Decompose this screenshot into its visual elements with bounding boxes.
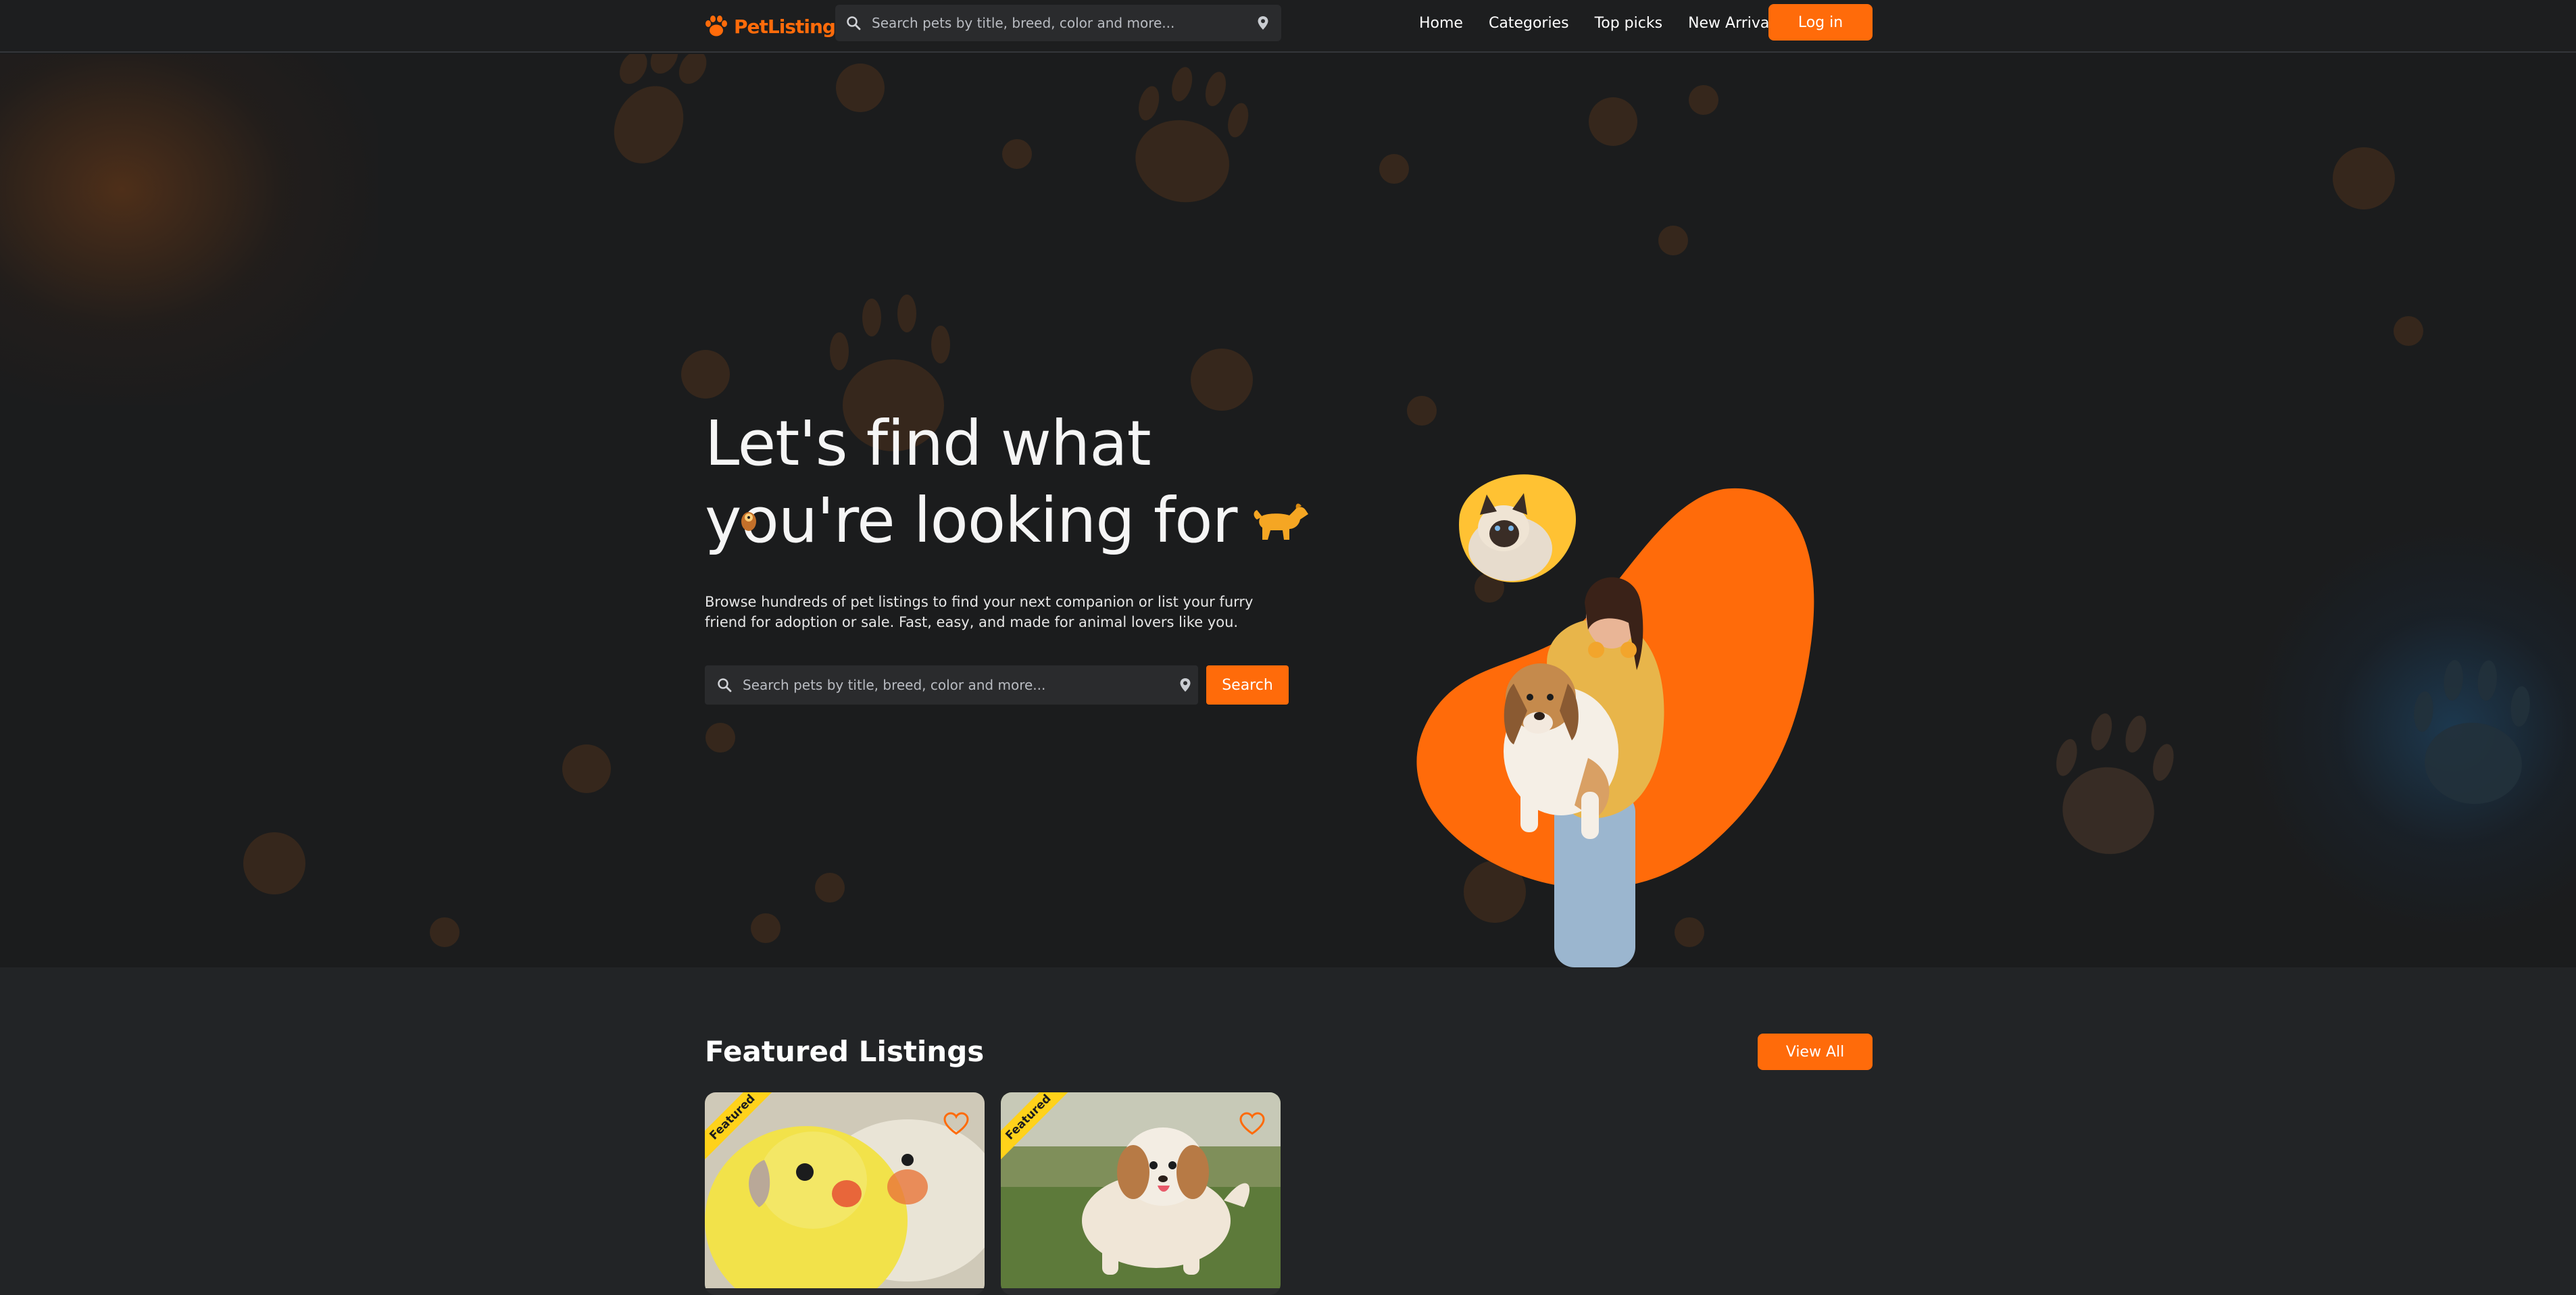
- hero-search-button[interactable]: Search: [1206, 665, 1289, 705]
- logo[interactable]: PetListings: [703, 8, 847, 45]
- heart-icon[interactable]: [1239, 1111, 1266, 1136]
- search-icon: [846, 16, 861, 30]
- brand-name: PetListings: [734, 15, 847, 38]
- search-icon: [717, 678, 732, 692]
- listing-card[interactable]: Featured: [705, 1092, 985, 1295]
- bird-emoji-icon: [741, 512, 756, 531]
- nav-links: Home Categories Top picks New Arrivals: [1419, 9, 1807, 36]
- hero-heading-line2: you're looking for: [705, 484, 1237, 557]
- dog-icon: [1252, 499, 1310, 542]
- hero-heading-line1: Let's find what: [705, 407, 1151, 480]
- hero-search-placeholder: Search pets by title, breed, color and m…: [743, 677, 1046, 693]
- nav-link-top-picks[interactable]: Top picks: [1595, 15, 1663, 32]
- hero-description: Browse hundreds of pet listings to find …: [705, 594, 1254, 630]
- login-button[interactable]: Log in: [1768, 4, 1873, 41]
- top-navbar: PetListings Search pets by title, breed,…: [0, 0, 2576, 53]
- heart-icon[interactable]: [943, 1111, 970, 1136]
- nav-search-placeholder: Search pets by title, breed, color and m…: [872, 15, 1175, 31]
- nav-link-home[interactable]: Home: [1419, 15, 1463, 32]
- view-all-button[interactable]: View All: [1758, 1034, 1873, 1070]
- nav-link-categories[interactable]: Categories: [1489, 15, 1569, 32]
- hero-heading: Let's find what you're looking for: [705, 405, 1381, 559]
- location-pin-icon[interactable]: [1179, 678, 1191, 692]
- paw-logo-icon: [703, 13, 730, 40]
- hero-illustration: [1416, 474, 1814, 967]
- nav-search-input[interactable]: Search pets by title, breed, color and m…: [835, 5, 1281, 41]
- hero-search-input[interactable]: Search pets by title, breed, color and m…: [705, 665, 1198, 705]
- featured-listings-section: Featured Listings View All Featured Feat…: [0, 967, 2576, 1295]
- cat-photo: [1459, 474, 1577, 582]
- featured-listings-title: Featured Listings: [705, 1035, 985, 1068]
- nav-link-new-arrivals[interactable]: New Arrivals: [1688, 15, 1781, 32]
- hero-heading-line2-wrap: you're looking for: [705, 482, 1381, 559]
- hero-section: Let's find what you're looking for Brows…: [0, 54, 2576, 967]
- listing-card[interactable]: Featured: [1001, 1092, 1281, 1295]
- woman-with-dog-photo: [1504, 577, 1664, 967]
- location-pin-icon[interactable]: [1257, 16, 1269, 30]
